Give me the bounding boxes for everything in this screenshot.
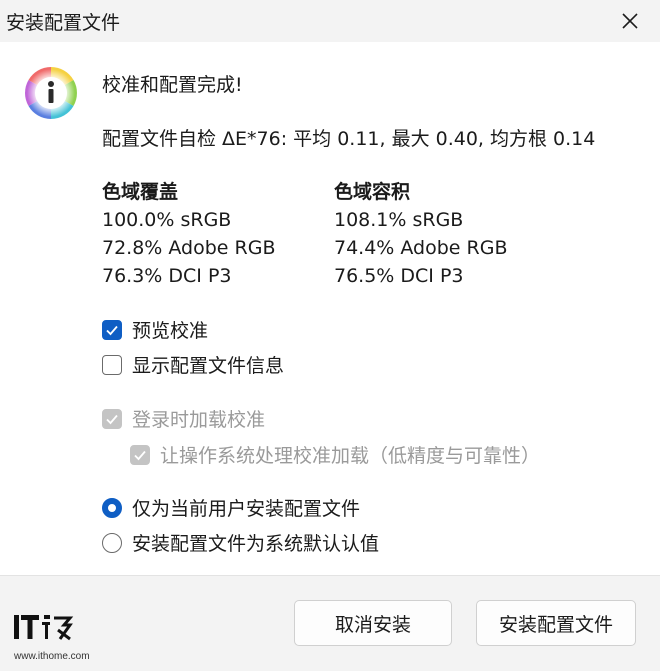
install-system-default-label: 安装配置文件为系统默认认值 (132, 533, 380, 555)
checkbox-unchecked-icon (102, 354, 122, 375)
checkbox-checked-icon (102, 319, 122, 340)
gamut-volume-title: 色域容积 (334, 181, 411, 203)
profile-self-check: 配置文件自检 ΔE*76: 平均 0.11, 最大 0.40, 均方根 0.14 (102, 128, 596, 150)
cancel-install-button[interactable]: 取消安装 (294, 600, 452, 646)
logo-url: www.ithome.com (14, 651, 90, 662)
window-title: 安装配置文件 (6, 12, 121, 34)
install-current-user-label: 仅为当前用户安装配置文件 (132, 498, 361, 520)
info-icon (25, 67, 77, 119)
completion-heading: 校准和配置完成! (102, 74, 243, 96)
dialog-content: 校准和配置完成! 配置文件自检 ΔE*76: 平均 0.11, 最大 0.40,… (0, 42, 660, 575)
preview-calibration-label: 预览校准 (132, 320, 209, 342)
gamut-coverage-dci-p3: 76.3% DCI P3 (102, 265, 232, 287)
radio-unselected-icon (102, 532, 122, 553)
ithome-logo (14, 615, 74, 641)
title-bar: 安装配置文件 (0, 0, 660, 42)
checkbox-disabled-icon (102, 408, 122, 429)
gamut-volume-adobe-rgb: 74.4% Adobe RGB (334, 237, 508, 259)
load-on-login-label: 登录时加载校准 (132, 409, 266, 431)
show-profile-info-label: 显示配置文件信息 (132, 355, 285, 377)
gamut-coverage-title: 色域覆盖 (102, 181, 179, 203)
radio-selected-icon (102, 497, 122, 518)
install-profile-button[interactable]: 安装配置文件 (476, 600, 636, 646)
gamut-volume-srgb: 108.1% sRGB (334, 209, 464, 231)
close-button[interactable] (614, 6, 646, 36)
close-icon (622, 13, 638, 29)
gamut-coverage: 色域覆盖 100.0% sRGB 72.8% Adobe RGB 76.3% D… (102, 178, 276, 290)
gamut-volume-dci-p3: 76.5% DCI P3 (334, 265, 464, 287)
install-current-user-radio[interactable]: 仅为当前用户安装配置文件 (102, 494, 360, 521)
preview-calibration-checkbox[interactable]: 预览校准 (102, 316, 208, 343)
gamut-coverage-adobe-rgb: 72.8% Adobe RGB (102, 237, 276, 259)
os-handle-calibration-checkbox[interactable]: 让操作系统处理校准加载（低精度与可靠性） (130, 441, 540, 468)
checkbox-disabled-icon (130, 444, 150, 465)
gamut-coverage-srgb: 100.0% sRGB (102, 209, 232, 231)
gamut-volume: 色域容积 108.1% sRGB 74.4% Adobe RGB 76.5% D… (334, 178, 508, 290)
load-on-login-checkbox[interactable]: 登录时加载校准 (102, 405, 265, 432)
install-system-default-radio[interactable]: 安装配置文件为系统默认认值 (102, 529, 379, 556)
dialog-footer: www.ithome.com 取消安装 安装配置文件 (0, 575, 660, 671)
show-profile-info-checkbox[interactable]: 显示配置文件信息 (102, 351, 284, 378)
os-handle-calibration-label: 让操作系统处理校准加载（低精度与可靠性） (160, 445, 541, 467)
